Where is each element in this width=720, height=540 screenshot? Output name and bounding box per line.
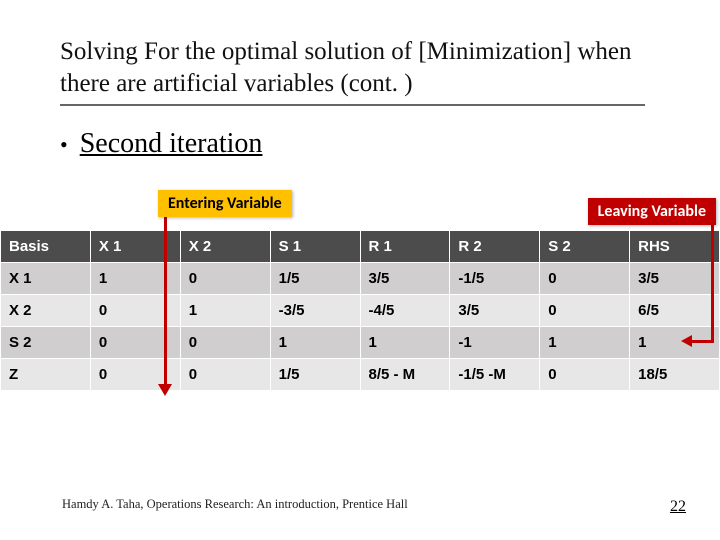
table-header-cell: R 2 — [450, 231, 540, 263]
table-cell: 0 — [90, 327, 180, 359]
bullet-dot-icon: • — [60, 134, 68, 156]
table-cell: 1/5 — [270, 263, 360, 295]
table-cell: Z — [1, 359, 91, 391]
table-header-row: Basis X 1 X 2 S 1 R 1 R 2 S 2 RHS — [1, 231, 720, 263]
table-cell: 1 — [540, 327, 630, 359]
table-cell: X 1 — [1, 263, 91, 295]
page-number: 22 — [670, 498, 686, 516]
table-cell: 1 — [630, 327, 720, 359]
table-cell: X 2 — [1, 295, 91, 327]
table-cell: 0 — [90, 359, 180, 391]
table-row: S 2 0 0 1 1 -1 1 1 — [1, 327, 720, 359]
table-cell: -1/5 -M — [450, 359, 540, 391]
table-cell: 0 — [180, 327, 270, 359]
table-cell: 1 — [360, 327, 450, 359]
table-cell: 0 — [180, 359, 270, 391]
table-row: X 2 0 1 -3/5 -4/5 3/5 0 6/5 — [1, 295, 720, 327]
table-cell: 0 — [540, 359, 630, 391]
table-cell: 3/5 — [450, 295, 540, 327]
table-cell: 18/5 — [630, 359, 720, 391]
leaving-variable-tag: Leaving Variable — [588, 198, 716, 225]
table-cell: 1 — [270, 327, 360, 359]
table-cell: 0 — [90, 295, 180, 327]
table-cell: S 2 — [1, 327, 91, 359]
table-row: X 1 1 0 1/5 3/5 -1/5 0 3/5 — [1, 263, 720, 295]
bullet-text: Second iteration — [80, 128, 263, 160]
bullet-row: • Second iteration — [60, 128, 680, 160]
table-cell: 8/5 - M — [360, 359, 450, 391]
table-cell: 6/5 — [630, 295, 720, 327]
table-row: Z 0 0 1/5 8/5 - M -1/5 -M 0 18/5 — [1, 359, 720, 391]
table-header-cell: Basis — [1, 231, 91, 263]
table-header-cell: S 1 — [270, 231, 360, 263]
table-cell: -3/5 — [270, 295, 360, 327]
table-cell: 1 — [90, 263, 180, 295]
table-cell: 1 — [180, 295, 270, 327]
table-cell: 1/5 — [270, 359, 360, 391]
table-cell: -4/5 — [360, 295, 450, 327]
table-header-cell: X 2 — [180, 231, 270, 263]
table-header-cell: R 1 — [360, 231, 450, 263]
table-cell: 0 — [180, 263, 270, 295]
footer-citation: Hamdy A. Taha, Operations Research: An i… — [62, 497, 408, 512]
table-cell: 3/5 — [630, 263, 720, 295]
slide-title: Solving For the optimal solution of [Min… — [60, 36, 680, 100]
table-cell: 0 — [540, 295, 630, 327]
table-header-cell: X 1 — [90, 231, 180, 263]
table-cell: -1/5 — [450, 263, 540, 295]
table-header-cell: S 2 — [540, 231, 630, 263]
table-cell: 0 — [540, 263, 630, 295]
table-cell: 3/5 — [360, 263, 450, 295]
table-cell: -1 — [450, 327, 540, 359]
simplex-table: Basis X 1 X 2 S 1 R 1 R 2 S 2 RHS X 1 1 … — [0, 230, 720, 391]
title-underline — [60, 104, 645, 106]
table-header-cell: RHS — [630, 231, 720, 263]
entering-variable-tag: Entering Variable — [158, 190, 292, 217]
